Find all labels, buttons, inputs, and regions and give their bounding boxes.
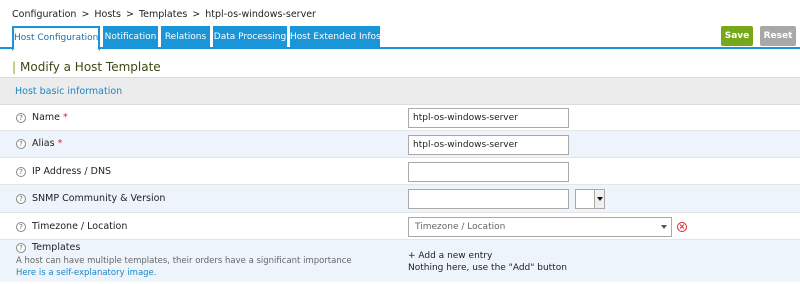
snmp-version-select[interactable] — [575, 189, 605, 209]
help-icon[interactable]: ? — [16, 222, 26, 232]
tab-host-extended-infos[interactable]: Host Extended Infos — [290, 26, 381, 49]
breadcrumb-configuration[interactable]: Configuration — [12, 9, 76, 20]
form-row-timezone: ? Timezone / Location Timezone / Locatio… — [0, 213, 800, 240]
breadcrumb-separator: > — [126, 9, 134, 20]
alias-label: Alias * — [32, 138, 62, 149]
name-label-text: Name — [32, 112, 61, 123]
help-icon[interactable]: ? — [16, 167, 26, 177]
help-icon[interactable]: ? — [16, 113, 26, 123]
breadcrumb-separator: > — [192, 9, 201, 20]
section-header: Host basic information — [0, 77, 800, 105]
breadcrumb-current: htpl-os-windows-server — [205, 9, 316, 20]
breadcrumb-templates[interactable]: Templates — [139, 9, 187, 20]
add-new-entry-link[interactable]: + Add a new entry — [408, 251, 492, 261]
caret-down-icon — [661, 225, 667, 229]
self-explanatory-image-link[interactable]: Here is a self-explanatory image. — [16, 268, 157, 278]
breadcrumb-separator: > — [81, 9, 90, 20]
timezone-select[interactable]: Timezone / Location — [408, 217, 672, 237]
snmp-label: SNMP Community & Version — [32, 193, 166, 204]
tab-notification[interactable]: Notification — [103, 26, 158, 49]
chevron-down-icon — [594, 190, 604, 208]
name-input[interactable]: htpl-os-windows-server — [408, 108, 569, 128]
tab-data-processing[interactable]: Data Processing — [213, 26, 287, 49]
form-row-alias: ? Alias * htpl-os-windows-server — [0, 131, 800, 158]
form-row-ip: ? IP Address / DNS — [0, 158, 800, 185]
templates-label: Templates — [32, 242, 81, 253]
name-label: Name * — [32, 112, 68, 123]
page-title: | Modify a Host Template — [12, 60, 161, 74]
breadcrumb-hosts[interactable]: Hosts — [94, 9, 121, 20]
breadcrumb: Configuration > Hosts > Templates > htpl-os-wi… — [12, 9, 316, 20]
help-icon[interactable]: ? — [16, 243, 26, 253]
reset-button[interactable]: Reset — [760, 26, 796, 46]
timezone-placeholder: Timezone / Location — [415, 222, 506, 232]
timezone-label: Timezone / Location — [32, 221, 128, 232]
ip-label: IP Address / DNS — [32, 166, 112, 177]
required-mark: * — [63, 112, 68, 123]
page-title-text: Modify a Host Template — [20, 60, 161, 74]
section-title: Host basic information — [15, 86, 123, 97]
form-row-snmp: ? SNMP Community & Version — [0, 185, 800, 213]
clear-icon[interactable]: × — [677, 222, 687, 232]
required-mark: * — [57, 138, 63, 149]
alias-input[interactable]: htpl-os-windows-server — [408, 135, 569, 155]
form-row-templates: ? Templates A host can have multiple tem… — [0, 240, 800, 282]
title-marker: | — [12, 60, 17, 74]
save-button[interactable]: Save — [721, 26, 753, 46]
snmp-community-input[interactable] — [408, 189, 569, 209]
templates-empty-text: Nothing here, use the "Add" button — [408, 263, 567, 273]
tab-host-configuration[interactable]: Host Configuration — [12, 26, 100, 51]
tab-bar: Host Configuration Notification Relation… — [0, 24, 800, 51]
help-icon[interactable]: ? — [16, 139, 26, 149]
help-icon[interactable]: ? — [16, 194, 26, 204]
form-row-name: ? Name * htpl-os-windows-server — [0, 105, 800, 131]
alias-label-text: Alias — [32, 138, 55, 149]
templates-description: A host can have multiple templates, thei… — [16, 256, 352, 266]
ip-address-input[interactable] — [408, 162, 569, 182]
tab-relations[interactable]: Relations — [161, 26, 210, 49]
